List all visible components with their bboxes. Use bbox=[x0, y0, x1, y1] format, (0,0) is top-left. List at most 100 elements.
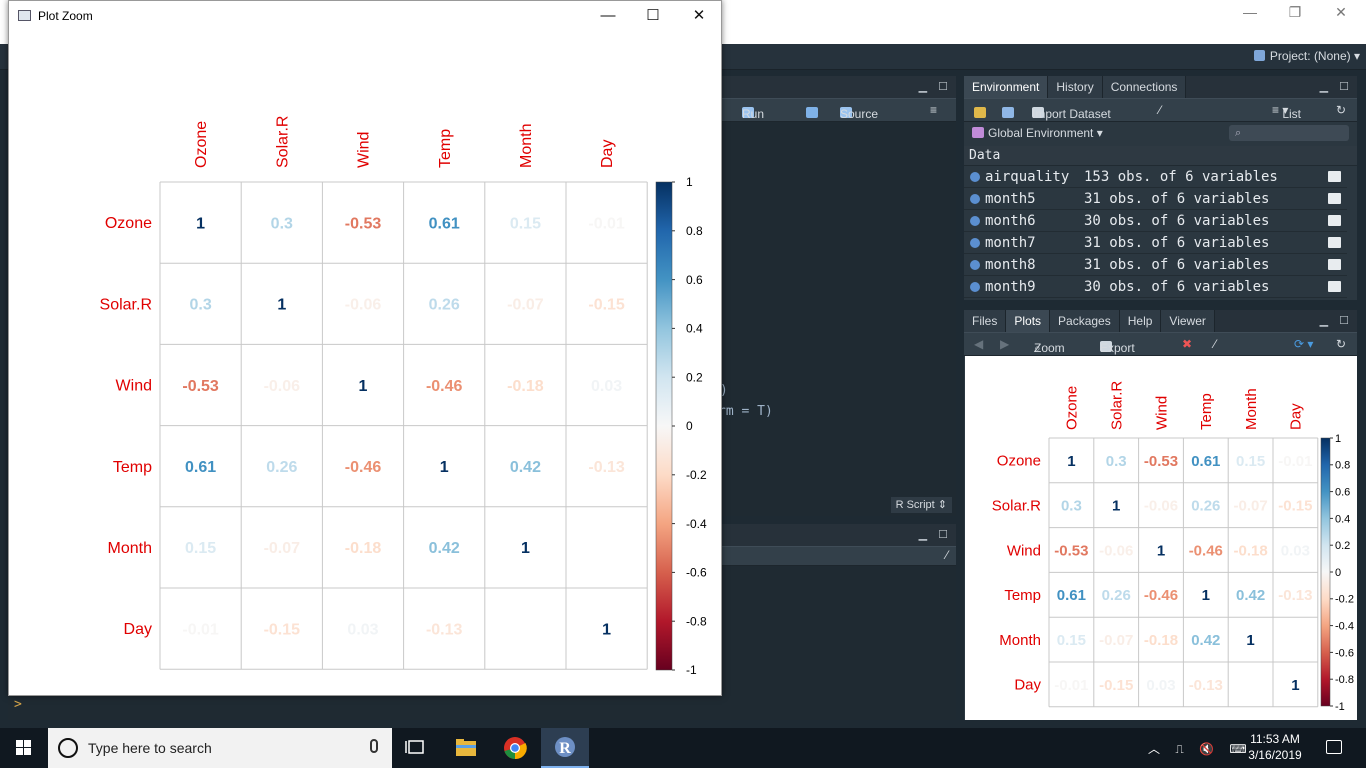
tab-history[interactable]: History bbox=[1048, 76, 1103, 98]
corr-value: -0.07 bbox=[264, 540, 301, 557]
corr-value: -0.15 bbox=[588, 297, 625, 314]
env-row-month6[interactable]: month6 30 obs. of 6 variables bbox=[964, 210, 1347, 232]
corr-value: -0.01 bbox=[588, 215, 625, 232]
notification-icon[interactable] bbox=[1326, 740, 1342, 754]
back-arrow-icon[interactable]: ◀ bbox=[974, 337, 983, 351]
refresh-icon[interactable]: ↻ bbox=[1336, 337, 1346, 351]
expand-icon[interactable] bbox=[970, 260, 980, 270]
system-tray[interactable]: ︿ ⎍ 🔇 ⌨ bbox=[1148, 740, 1253, 757]
corr-value: 1 bbox=[359, 378, 368, 395]
corr-value: 0.03 bbox=[347, 621, 378, 638]
grid-view-icon[interactable] bbox=[1328, 193, 1341, 204]
env-var-name: month5 bbox=[985, 191, 1036, 207]
tab-environment[interactable]: Environment bbox=[964, 76, 1049, 98]
pane-minmax-icon[interactable]: ▁ ☐ bbox=[1320, 80, 1353, 93]
tab-packages[interactable]: Packages bbox=[1050, 310, 1120, 332]
corr-value: 0.26 bbox=[1191, 498, 1220, 515]
taskbar-search[interactable]: Type here to search bbox=[48, 728, 392, 768]
corr-value: 0.61 bbox=[1057, 587, 1086, 604]
source-toolbar: Run Source ▾ ≡ bbox=[722, 98, 956, 122]
tab-connections[interactable]: Connections bbox=[1102, 76, 1187, 98]
row-label: Temp bbox=[113, 459, 152, 476]
r-app-icon[interactable]: R bbox=[541, 728, 589, 768]
restore-icon[interactable]: ❐ bbox=[1285, 4, 1305, 20]
start-button[interactable] bbox=[0, 728, 48, 768]
publish-icon[interactable]: ⟳ ▾ bbox=[1294, 337, 1313, 351]
task-view-icon[interactable] bbox=[392, 728, 440, 768]
env-row-month7[interactable]: month7 31 obs. of 6 variables bbox=[964, 232, 1347, 254]
chevron-down-icon: ▾ bbox=[1353, 49, 1360, 63]
environment-icon bbox=[972, 127, 984, 138]
corr-value: 0.15 bbox=[185, 540, 216, 557]
expand-icon[interactable] bbox=[970, 238, 980, 248]
minimize-icon[interactable]: — bbox=[593, 5, 623, 27]
column-label: Wind bbox=[1153, 396, 1170, 430]
corr-value: 1 bbox=[440, 459, 449, 476]
grid-view-icon[interactable] bbox=[1328, 237, 1341, 248]
corr-value: -0.07 bbox=[1099, 632, 1133, 649]
env-var-name: month6 bbox=[985, 213, 1036, 229]
console-input-area[interactable] bbox=[8, 696, 956, 720]
colorbar bbox=[655, 181, 673, 671]
env-toolbar: Import Dataset ▾ ⁄ ≡ List ▾ ↻ bbox=[964, 98, 1357, 122]
tab-plots[interactable]: Plots bbox=[1006, 310, 1051, 332]
remove-plot-icon[interactable]: ✖ bbox=[1182, 337, 1192, 351]
tab-viewer[interactable]: Viewer bbox=[1161, 310, 1215, 332]
corr-value: -0.13 bbox=[588, 459, 625, 476]
source-pane: ▁ ☐ Run Source ▾ ≡ ) rm = T) R Script ⇕ bbox=[718, 76, 956, 516]
env-row-month9[interactable]: month9 30 obs. of 6 variables bbox=[964, 276, 1347, 298]
pane-minmax-icon[interactable]: ▁ ☐ bbox=[1320, 314, 1353, 327]
file-type-selector[interactable]: R Script ⇕ bbox=[890, 497, 952, 513]
grid-view-icon[interactable] bbox=[1328, 259, 1341, 270]
export-button[interactable]: Export ▾ bbox=[1100, 337, 1135, 355]
close-icon[interactable]: ✕ bbox=[684, 5, 714, 27]
scope-selector[interactable]: Global Environment ▾ bbox=[972, 126, 1103, 140]
close-icon[interactable]: ✕ bbox=[1331, 4, 1351, 20]
grid-view-icon[interactable] bbox=[1328, 281, 1341, 292]
import-dataset-button[interactable]: Import Dataset ▾ bbox=[1032, 103, 1111, 121]
row-label: Ozone bbox=[105, 215, 152, 232]
colorbar-tick-label: 0 bbox=[686, 419, 693, 433]
corr-value: -0.46 bbox=[426, 378, 463, 395]
env-row-month8[interactable]: month8 31 obs. of 6 variables bbox=[964, 254, 1347, 276]
grid-view-icon[interactable] bbox=[1328, 215, 1341, 226]
maximize-icon[interactable]: ☐ bbox=[638, 5, 668, 27]
source-button[interactable]: Source ▾ bbox=[840, 103, 878, 121]
minimize-icon[interactable]: — bbox=[1240, 4, 1260, 20]
corr-value: -0.07 bbox=[507, 297, 544, 314]
env-row-airquality[interactable]: airquality 153 obs. of 6 variables bbox=[964, 166, 1347, 188]
column-label: Temp bbox=[1198, 393, 1215, 430]
pane-minmax-icon[interactable]: ▁ ☐ bbox=[919, 80, 952, 93]
outline-icon[interactable]: ≡ bbox=[930, 103, 937, 117]
taskbar: Type here to search R ︿ ⎍ 🔇 ⌨ 11:53 AM 3… bbox=[0, 728, 1366, 768]
chrome-icon[interactable] bbox=[491, 728, 539, 768]
forward-arrow-icon[interactable]: ▶ bbox=[1000, 337, 1009, 351]
tab-help[interactable]: Help bbox=[1119, 310, 1162, 332]
refresh-icon[interactable]: ↻ bbox=[1336, 103, 1346, 117]
expand-icon[interactable] bbox=[970, 172, 980, 182]
project-menu[interactable]: Project: (None) ▾ bbox=[1253, 49, 1360, 63]
view-mode-button[interactable]: ≡ List ▾ bbox=[1272, 103, 1301, 121]
file-explorer-icon[interactable] bbox=[442, 728, 490, 768]
clear-plots-broom-icon[interactable]: ⁄ bbox=[1214, 337, 1216, 351]
tab-files[interactable]: Files bbox=[964, 310, 1007, 332]
expand-icon[interactable] bbox=[970, 282, 980, 292]
clock[interactable]: 11:53 AM 3/16/2019 bbox=[1240, 731, 1310, 763]
pane-minmax-icon[interactable]: ▁ ☐ bbox=[919, 528, 952, 541]
corr-value: 0.61 bbox=[1191, 453, 1220, 470]
env-search-input[interactable]: ⌕ bbox=[1229, 125, 1349, 141]
broom-icon[interactable]: ⁄ bbox=[946, 548, 948, 562]
microphone-icon[interactable] bbox=[370, 739, 378, 753]
expand-icon[interactable] bbox=[970, 216, 980, 226]
corr-value: -0.06 bbox=[345, 297, 382, 314]
corr-value: 0.61 bbox=[429, 215, 460, 232]
grid-view-icon[interactable] bbox=[1328, 171, 1341, 182]
env-row-month5[interactable]: month5 31 obs. of 6 variables bbox=[964, 188, 1347, 210]
column-label: Day bbox=[599, 140, 616, 168]
column-label: Month bbox=[518, 124, 535, 168]
corr-value: -0.07 bbox=[1233, 498, 1267, 515]
clear-broom-icon[interactable]: ⁄ bbox=[1159, 103, 1161, 117]
colorbar-tick-label: 0.8 bbox=[686, 224, 703, 238]
colorbar-tick-label: 0.4 bbox=[686, 322, 703, 336]
expand-icon[interactable] bbox=[970, 194, 980, 204]
